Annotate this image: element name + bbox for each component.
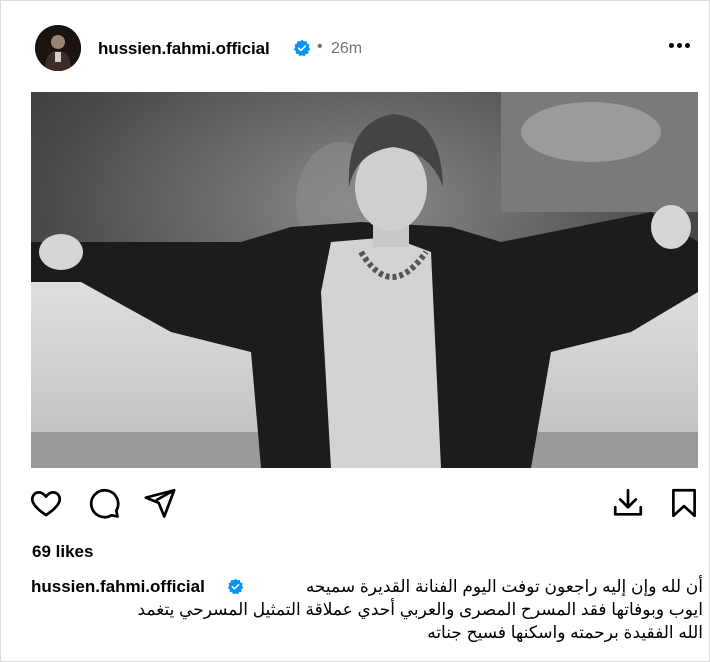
save-button[interactable] (667, 486, 701, 520)
post-photo-illustration (31, 92, 698, 468)
verified-badge-icon (293, 39, 311, 57)
verified-badge-icon (227, 578, 244, 595)
avatar-image (35, 25, 81, 71)
comment-button[interactable] (87, 486, 121, 520)
heart-icon (30, 491, 62, 517)
avatar[interactable] (35, 25, 81, 71)
username[interactable]: hussien.fahmi.official (98, 39, 270, 59)
share-button[interactable] (143, 486, 177, 520)
post-caption: hussien.fahmi.official أن لله وإن إليه ر… (31, 575, 703, 644)
caption-text-line-2: ايوب وبوفاتها فقد المسرح المصرى والعربي … (137, 600, 703, 619)
comment-icon (89, 488, 120, 519)
caption-text-line-1: أن لله وإن إليه راجعون توفت اليوم الفنان… (305, 577, 703, 596)
post-time[interactable]: 26m (331, 40, 362, 58)
like-button[interactable] (29, 486, 63, 520)
instagram-post: hussien.fahmi.official • 26m 69 likes hu… (0, 0, 710, 662)
bookmark-icon (672, 488, 696, 518)
time-separator: • (317, 38, 323, 55)
more-options-icon[interactable] (669, 35, 699, 55)
caption-text-line-3: الله الفقيدة برحمته واسكنها فسيح جناته (427, 623, 703, 642)
post-header: hussien.fahmi.official • 26m (1, 1, 710, 91)
post-image[interactable] (31, 92, 698, 468)
download-button[interactable] (611, 486, 645, 520)
caption-username[interactable]: hussien.fahmi.official (31, 575, 205, 598)
likes-count[interactable]: 69 likes (32, 542, 93, 562)
download-icon (613, 488, 643, 516)
share-icon (144, 488, 176, 518)
